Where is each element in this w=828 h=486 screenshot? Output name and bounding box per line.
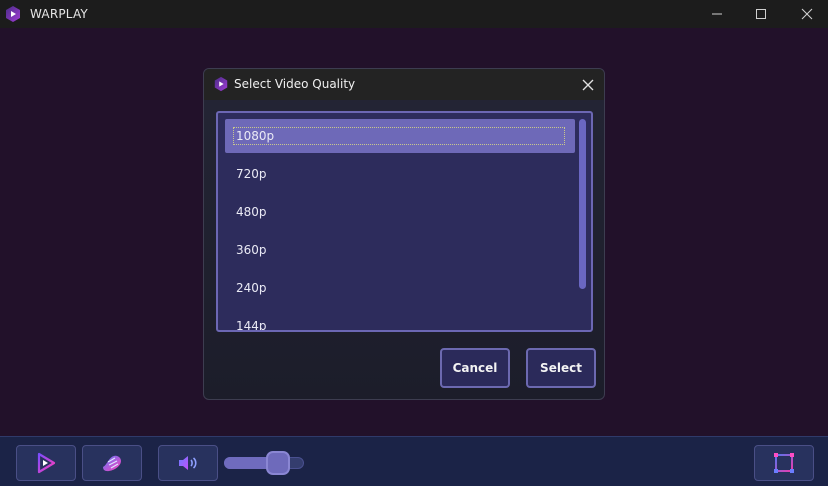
stream-icon (103, 455, 121, 472)
close-icon (801, 8, 813, 20)
quality-option[interactable]: 144p (225, 309, 575, 332)
control-bar (0, 436, 828, 486)
volume-slider-thumb[interactable] (266, 451, 290, 475)
cancel-button[interactable]: Cancel (440, 348, 510, 388)
play-button[interactable] (16, 445, 76, 481)
list-scrollbar-thumb[interactable] (579, 119, 586, 289)
warplay-logo-icon (6, 6, 20, 22)
warplay-logo-icon (214, 76, 228, 92)
play-icon (37, 452, 56, 474)
maximize-icon (756, 9, 766, 19)
quality-option[interactable]: 720p (225, 157, 575, 191)
quality-option[interactable]: 240p (225, 271, 575, 305)
quality-dialog: Select Video Quality 1080p 720p 480p 360… (203, 68, 605, 400)
dialog-title: Select Video Quality (234, 77, 356, 91)
select-button[interactable]: Select (526, 348, 596, 388)
stream-button[interactable] (82, 445, 142, 481)
title-bar: WARPLAY (0, 0, 828, 28)
close-window-button[interactable] (784, 0, 828, 28)
volume-icon (179, 456, 197, 470)
dialog-close-button[interactable] (578, 75, 598, 95)
quality-listbox[interactable]: 1080p 720p 480p 360p 240p 144p (216, 111, 593, 332)
window-title: WARPLAY (30, 7, 88, 21)
quality-option[interactable]: 360p (225, 233, 575, 267)
fullscreen-button[interactable] (754, 445, 814, 481)
minimize-icon (712, 13, 722, 15)
fullscreen-icon (774, 453, 794, 473)
dialog-header: Select Video Quality (204, 69, 604, 100)
quality-option[interactable]: 480p (225, 195, 575, 229)
quality-option-label: 240p (236, 281, 267, 295)
quality-option[interactable]: 1080p (225, 119, 575, 153)
volume-button[interactable] (158, 445, 218, 481)
quality-option-label: 1080p (236, 129, 275, 143)
focus-rectangle (233, 127, 565, 145)
quality-option-label: 480p (236, 205, 267, 219)
quality-option-label: 360p (236, 243, 267, 257)
quality-option-label: 720p (236, 167, 267, 181)
close-icon (582, 79, 594, 91)
minimize-button[interactable] (694, 0, 740, 28)
maximize-button[interactable] (738, 0, 784, 28)
quality-option-label: 144p (236, 319, 267, 332)
